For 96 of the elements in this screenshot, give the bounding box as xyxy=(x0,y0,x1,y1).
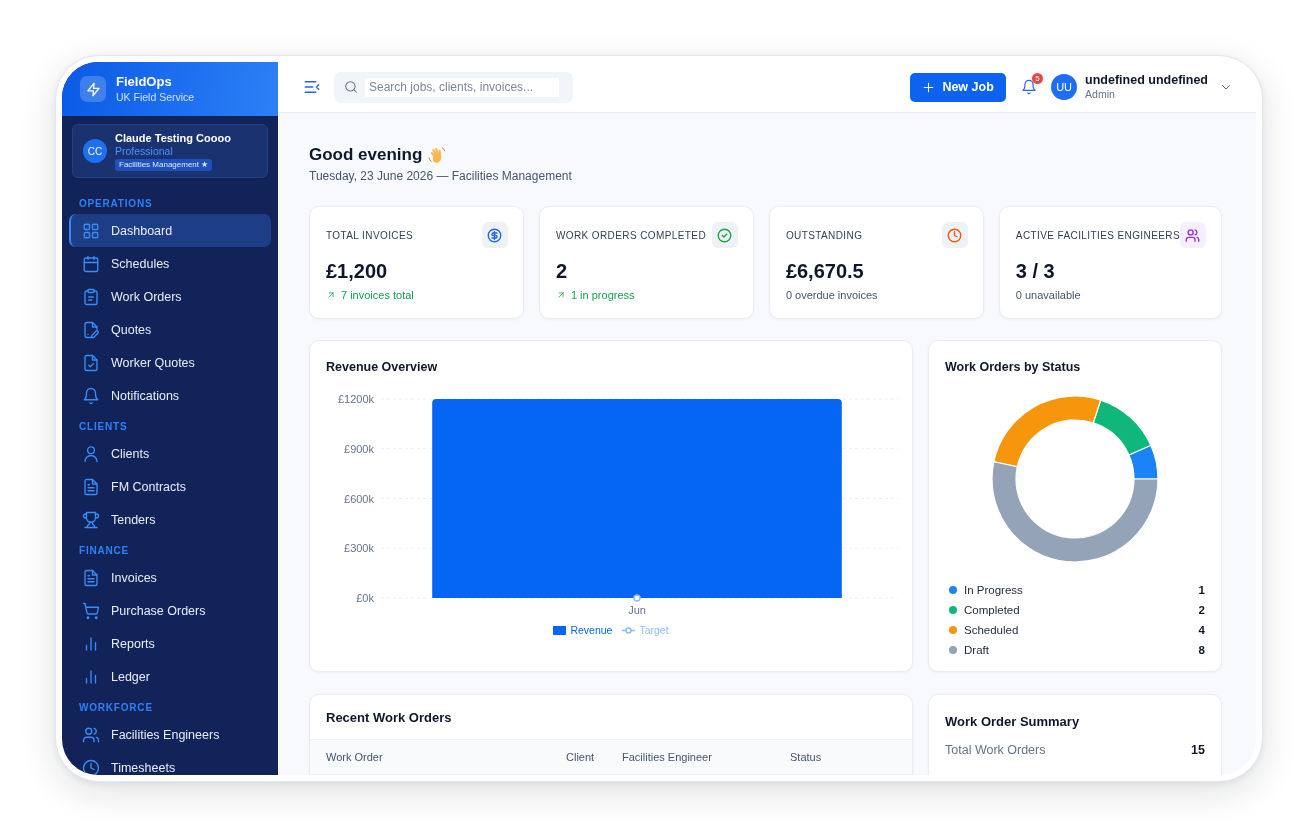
axis-tick-label: £300k xyxy=(344,542,374,555)
legend-count: 2 xyxy=(1198,604,1205,616)
nav-item[interactable]: Dashboard xyxy=(69,214,271,247)
nav-item[interactable]: Purchase Orders xyxy=(69,594,271,627)
stat-note: 7 invoices total xyxy=(341,289,414,301)
organization-avatar: CC xyxy=(83,139,107,163)
legend-label: Draft xyxy=(964,644,990,656)
grid-icon xyxy=(82,221,100,240)
legend-label: In Progress xyxy=(964,584,1024,596)
brand-name: FieldOps xyxy=(116,74,173,90)
greeting-title: Good evening xyxy=(309,144,423,166)
axis-tick-label: £0k xyxy=(356,592,374,604)
axis-tick-label: £1200k xyxy=(337,393,374,405)
notification-badge: 5 xyxy=(1032,73,1044,84)
user-role: Admin xyxy=(1085,88,1115,101)
stat-label: OUTSTANDING xyxy=(785,229,863,241)
bell-icon[interactable] xyxy=(1021,79,1038,95)
calendar-icon xyxy=(82,254,100,273)
nav-item[interactable]: Schedules xyxy=(69,247,271,280)
nav-section-label: OPERATIONS xyxy=(78,197,154,211)
trend-up-arrow-icon xyxy=(326,290,336,300)
search-box[interactable]: Search jobs, clients, invoices... xyxy=(334,71,573,103)
stat-value: £6,670.5 xyxy=(785,259,865,283)
user-avatar: UU xyxy=(1051,74,1078,100)
document-icon xyxy=(82,568,100,587)
search-icon xyxy=(344,80,358,94)
user-name: undefined undefined xyxy=(1085,73,1208,88)
cart-icon xyxy=(82,601,100,620)
organization-name: Claude Testing Coooo xyxy=(115,131,231,145)
card-title: Work Orders by Status xyxy=(945,359,1082,375)
stat-label: WORK ORDERS COMPLETED xyxy=(555,229,707,241)
nav-item[interactable]: Reports xyxy=(69,627,271,660)
card-title: Revenue Overview xyxy=(326,359,439,375)
stat-note: 0 overdue invoices xyxy=(785,289,878,301)
card-title: Work Order Summary xyxy=(945,713,1081,731)
nav-item[interactable]: Ledger xyxy=(69,660,271,693)
nav-item[interactable]: Facilities Engineers xyxy=(69,718,271,751)
waving-hand-icon xyxy=(427,145,447,165)
plus-icon xyxy=(922,80,936,94)
stat-label: TOTAL INVOICES xyxy=(326,229,414,241)
nav-item[interactable]: Clients xyxy=(69,437,271,470)
user-icon xyxy=(82,444,100,463)
legend-label: Target xyxy=(639,624,669,636)
nav-item[interactable]: FM Contracts xyxy=(69,470,271,503)
column-header: Work Order xyxy=(326,751,383,763)
legend-label: Completed xyxy=(964,604,1021,616)
nav-item[interactable]: Tenders xyxy=(69,503,271,536)
nav-item[interactable]: Invoices xyxy=(69,561,271,594)
nav-item[interactable]: Timesheets xyxy=(69,751,271,775)
summary-label: Total Work Orders xyxy=(945,743,1046,757)
industry-tag: Facilities Management ★ xyxy=(115,159,213,171)
nav-section-label: CLIENTS xyxy=(78,420,129,434)
document-icon xyxy=(82,477,100,496)
bell-icon xyxy=(82,386,100,405)
clock-icon xyxy=(82,758,100,775)
nav-item[interactable]: Work Orders xyxy=(69,280,271,313)
menu-icon[interactable] xyxy=(303,78,321,96)
brand-subtitle: UK Field Service xyxy=(116,90,195,104)
card-title: Recent Work Orders xyxy=(325,709,453,727)
stat-label: ACTIVE FACILITIES ENGINEERS xyxy=(1015,229,1180,241)
target-point xyxy=(633,594,641,602)
users-icon xyxy=(1180,222,1206,248)
nav-section-label: FINANCE xyxy=(78,544,131,558)
axis-category-label: Jun xyxy=(628,604,646,616)
stat-value: 2 xyxy=(555,259,569,283)
document-check-icon xyxy=(82,353,100,372)
legend-label: Scheduled xyxy=(964,624,1020,636)
column-header: Facilities Engineer xyxy=(622,751,712,763)
stat-value: £1,200 xyxy=(326,259,389,283)
stat-value: 3 / 3 xyxy=(1015,259,1056,283)
nav-item[interactable]: Notifications xyxy=(69,379,271,412)
nav-item[interactable]: Quotes xyxy=(69,313,271,346)
axis-tick-label: £900k xyxy=(344,442,374,455)
lightning-icon xyxy=(80,76,106,102)
nav-item[interactable]: Worker Quotes xyxy=(69,346,271,379)
axis-tick-label: £600k xyxy=(344,492,374,505)
users-icon xyxy=(82,725,100,744)
trend-up-arrow-icon xyxy=(555,290,566,300)
trophy-icon xyxy=(82,510,100,529)
organization-plan: Professional xyxy=(115,145,173,158)
stat-note: 0 unavailable xyxy=(1015,289,1081,301)
legend-count: 8 xyxy=(1198,644,1205,656)
new-job-button[interactable]: New Job xyxy=(910,72,1007,102)
column-header: Status xyxy=(790,751,822,763)
document-pen-icon xyxy=(82,320,100,339)
legend-count: 4 xyxy=(1198,624,1205,636)
clipboard-icon xyxy=(82,287,100,306)
nav-section-label: WORKFORCE xyxy=(78,701,154,715)
legend-count: 1 xyxy=(1198,584,1205,596)
clock-icon xyxy=(941,222,968,248)
column-header: Client xyxy=(566,751,595,763)
legend-label: Revenue xyxy=(570,624,613,636)
stat-note: 1 in progress xyxy=(570,289,635,301)
summary-value: 15 xyxy=(1191,743,1205,757)
greeting-date: Tuesday, 23 June 2026 — Facilities Management xyxy=(309,168,573,184)
search-input[interactable]: Search jobs, clients, invoices... xyxy=(365,77,559,97)
